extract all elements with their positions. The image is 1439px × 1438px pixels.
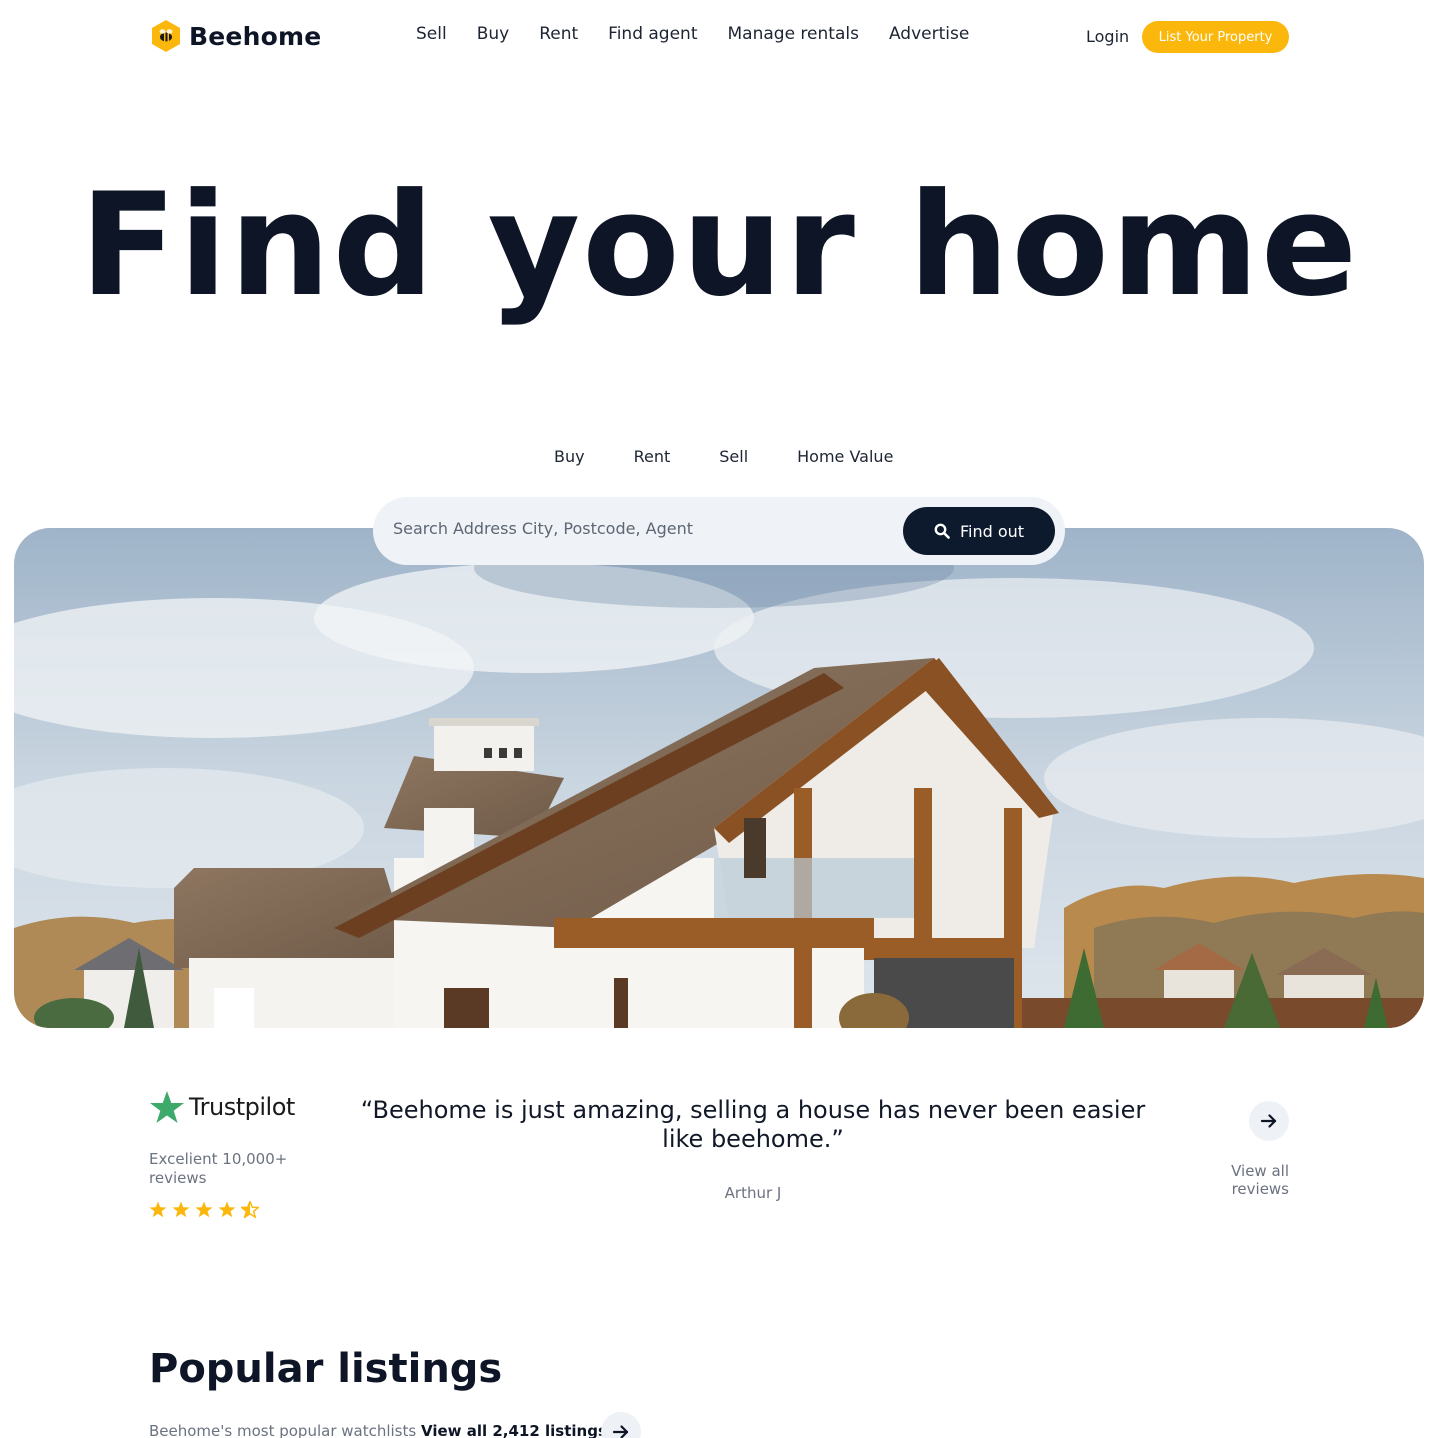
hero-house-image	[14, 528, 1424, 1028]
nav-advertise[interactable]: Advertise	[889, 24, 969, 44]
review-summary: Excelient 10,000+ reviews	[149, 1150, 288, 1187]
tab-buy[interactable]: Buy	[554, 447, 585, 466]
nav-find-agent[interactable]: Find agent	[608, 24, 697, 44]
nav-rent[interactable]: Rent	[539, 24, 578, 44]
brand-logo[interactable]: Beehome	[149, 19, 321, 53]
trustpilot-logo: Trustpilot	[149, 1090, 295, 1124]
half-star-icon	[241, 1201, 259, 1218]
view-listings-arrow-button[interactable]	[601, 1412, 641, 1438]
trustpilot-star-icon	[150, 1091, 184, 1123]
site-header: Beehome Sell Buy Rent Find agent Manage …	[0, 0, 1439, 74]
star-icon	[195, 1201, 213, 1218]
list-property-button[interactable]: List Your Property	[1142, 21, 1289, 53]
brand-name: Beehome	[189, 21, 322, 51]
search-input[interactable]	[393, 519, 873, 538]
testimonial-quote: “Beehome is just amazing, selling a hous…	[360, 1096, 1146, 1153]
login-link[interactable]: Login	[1086, 27, 1129, 46]
view-all-reviews-link[interactable]: View all reviews	[1200, 1162, 1289, 1198]
search-icon	[934, 523, 950, 539]
star-icon	[149, 1201, 167, 1218]
star-icon	[172, 1201, 190, 1218]
arrow-right-icon	[612, 1425, 629, 1438]
tab-rent[interactable]: Rent	[634, 447, 671, 466]
hero-title: Find your home	[79, 163, 1360, 328]
star-icon	[218, 1201, 236, 1218]
tab-home-value[interactable]: Home Value	[797, 447, 893, 466]
popular-listings-title: Popular listings	[149, 1346, 503, 1392]
tab-sell[interactable]: Sell	[719, 447, 748, 466]
search-bar: Find out	[373, 497, 1065, 565]
main-nav: Sell Buy Rent Find agent Manage rentals …	[416, 24, 999, 44]
next-review-button[interactable]	[1249, 1101, 1289, 1141]
nav-buy[interactable]: Buy	[477, 24, 510, 44]
star-rating	[149, 1201, 264, 1218]
find-out-label: Find out	[959, 521, 1025, 541]
nav-sell[interactable]: Sell	[416, 24, 447, 44]
search-tabs: Buy Rent Sell Home Value	[554, 447, 942, 466]
view-all-listings-link[interactable]: View all 2,412 listings	[421, 1422, 607, 1438]
testimonial-author: Arthur J	[724, 1184, 782, 1202]
arrow-right-icon	[1260, 1114, 1277, 1128]
find-out-button[interactable]: Find out	[903, 507, 1055, 555]
nav-manage-rentals[interactable]: Manage rentals	[728, 24, 859, 44]
trustpilot-brand: Trustpilot	[189, 1093, 295, 1121]
listings-subtitle-text: Beehome's most popular watchlists	[149, 1422, 417, 1438]
bee-logo-icon	[152, 20, 180, 52]
popular-listings-subtitle: Beehome's most popular watchlists View a…	[149, 1422, 607, 1438]
